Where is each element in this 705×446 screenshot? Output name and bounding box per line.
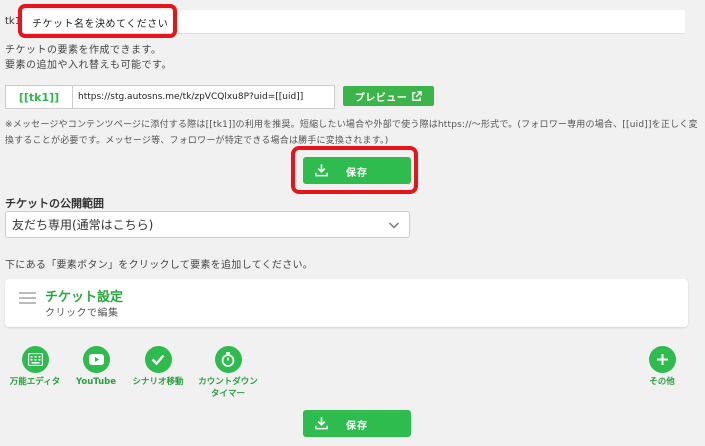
countdown-label-line-1: カウントダウン xyxy=(198,377,258,387)
settings-card-subtitle: クリックで編集 xyxy=(45,308,119,319)
save-button-bottom[interactable]: 保存 xyxy=(303,410,411,437)
element-button-scenario[interactable]: シナリオ移動 xyxy=(126,346,190,388)
ticket-name-highlight xyxy=(18,4,177,38)
description-line-2: 要素の追加や入れ替えも可能です。 xyxy=(5,60,172,71)
countdown-label-line-2: タイマー xyxy=(210,389,245,399)
youtube-label: YouTube xyxy=(75,377,117,387)
visibility-selected-value: 友だち専用(通常はこちら) xyxy=(12,218,154,232)
preview-label: プレビュー xyxy=(354,92,408,104)
plus-icon xyxy=(648,346,676,373)
download-icon xyxy=(315,417,328,430)
save-label-bottom: 保存 xyxy=(346,421,368,432)
usage-notice: ※メッセージやコンテンツページに添付する際は[[tk1]]の利用を推奨。短縮した… xyxy=(5,120,698,146)
other-label: その他 xyxy=(649,377,675,387)
youtube-icon xyxy=(82,346,110,373)
check-icon xyxy=(144,346,172,373)
ticket-url: https://stg.autosns.me/tk/zpVCQlxu8P?uid… xyxy=(78,92,304,102)
preview-button[interactable]: プレビュー xyxy=(343,86,434,106)
editor-icon xyxy=(21,346,49,373)
ticket-settings-card[interactable]: チケット設定 クリックで編集 xyxy=(5,279,688,327)
settings-card-title: チケット設定 xyxy=(45,290,124,305)
element-button-other[interactable]: その他 xyxy=(640,346,684,388)
element-button-editor[interactable]: 万能エディタ xyxy=(5,346,65,388)
ticket-tag: [[tk1]] xyxy=(18,90,60,104)
description-line-1: チケットの要素を作成できます。 xyxy=(5,45,162,56)
drag-handle-icon[interactable] xyxy=(19,292,36,304)
save-button-highlight xyxy=(291,146,418,194)
element-button-countdown[interactable]: カウントダウン タイマー xyxy=(192,346,264,400)
visibility-select[interactable]: 友だち専用(通常はこちら) xyxy=(5,211,410,238)
stopwatch-icon xyxy=(214,346,242,373)
chevron-down-icon xyxy=(388,222,400,229)
visibility-label: チケットの公開範囲 xyxy=(5,197,104,210)
element-button-youtube[interactable]: YouTube xyxy=(70,346,122,388)
scenario-label: シナリオ移動 xyxy=(132,377,184,387)
element-hint: 下にある「要素ボタン」をクリックして要素を追加してください。 xyxy=(5,260,314,271)
ticket-url-field[interactable]: https://stg.autosns.me/tk/zpVCQlxu8P?uid… xyxy=(72,85,335,109)
ticket-tag-box[interactable]: [[tk1]] xyxy=(5,85,73,109)
external-link-icon xyxy=(412,90,423,101)
editor-label: 万能エディタ xyxy=(9,377,61,387)
